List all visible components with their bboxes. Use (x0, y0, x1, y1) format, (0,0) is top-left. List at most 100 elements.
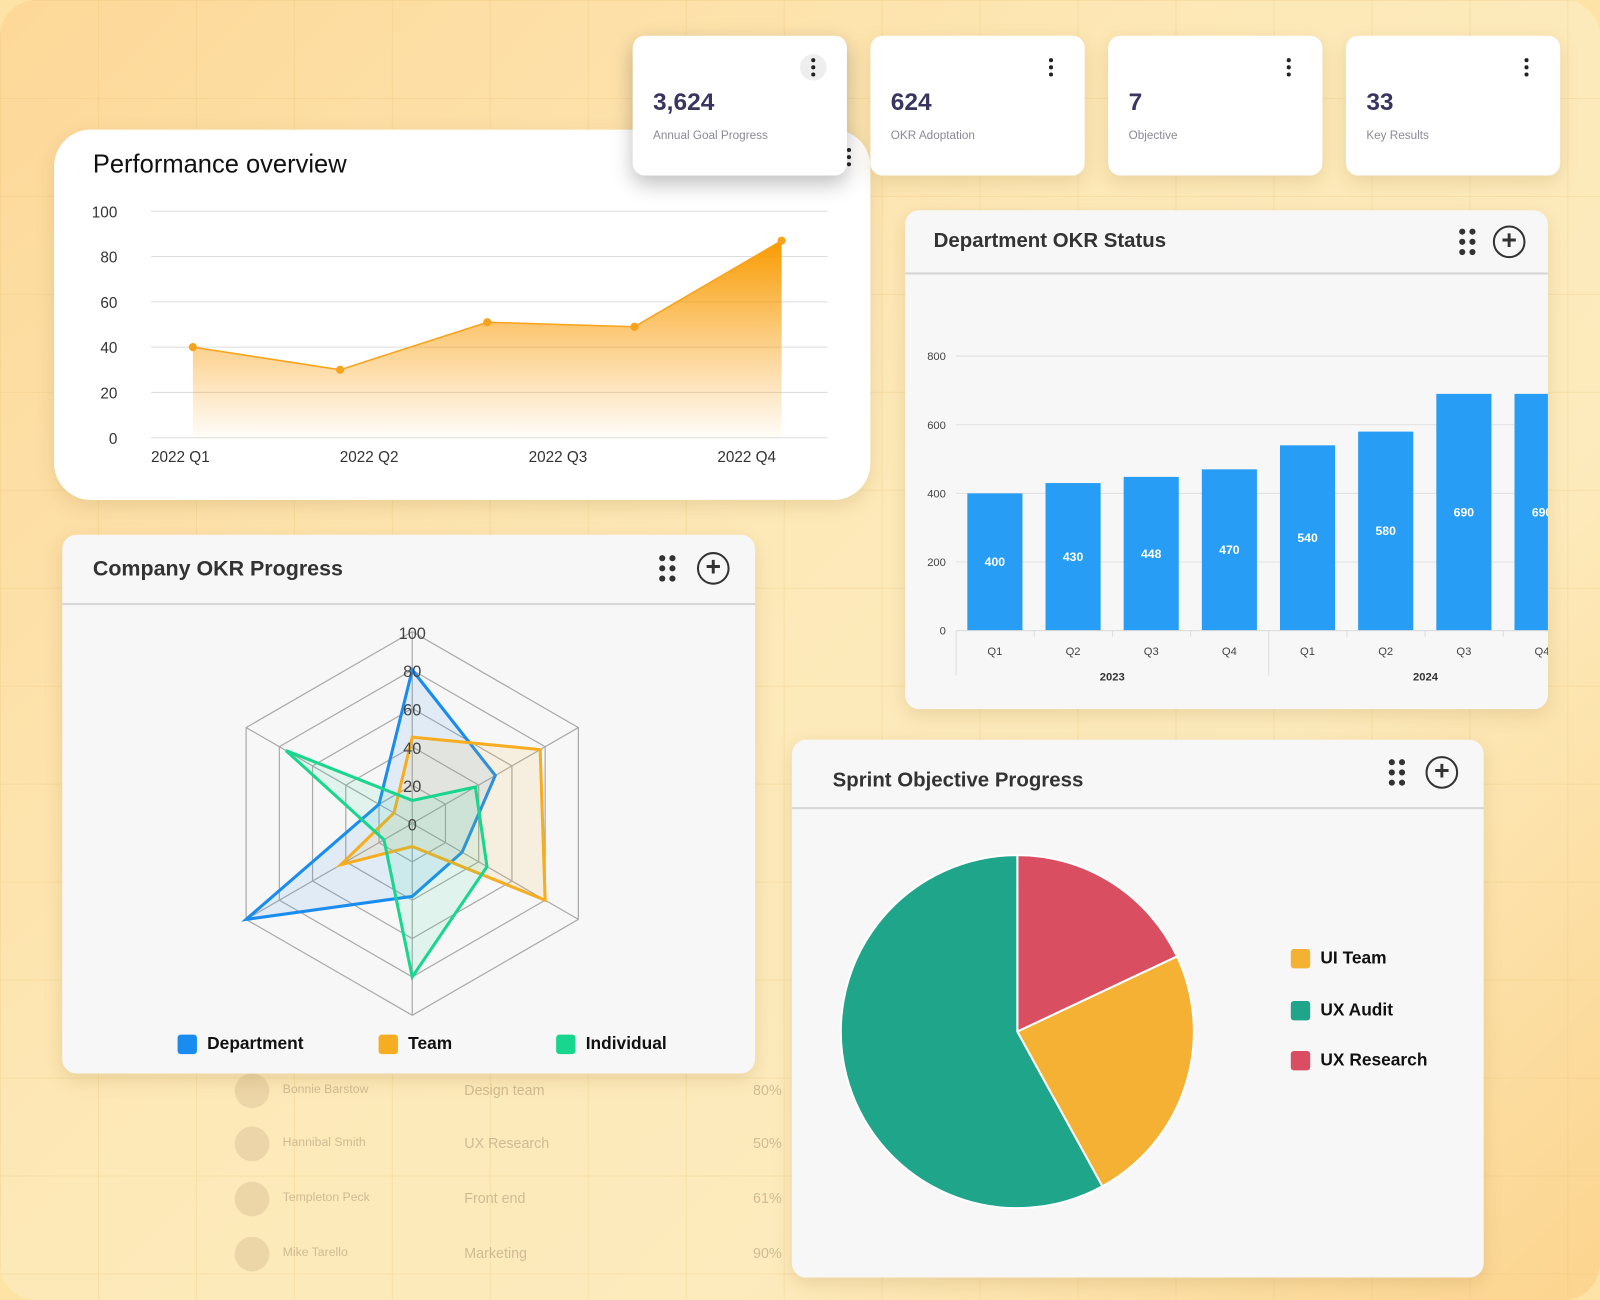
legend-team[interactable]: Team (378, 1033, 453, 1054)
legend-department[interactable]: Department (177, 1033, 304, 1054)
stat-value: 33 (1366, 88, 1394, 117)
stat-card-objective[interactable]: 7 Objective (1108, 35, 1323, 176)
x-tick-label: Q2 (1378, 646, 1393, 658)
department-bar-chart: 0 200 400 600 800 400 Q1 430 Q2 448 Q3 470 Q4 540 Q1 58… (927, 351, 1548, 684)
x-tick-label: Q1 (1300, 646, 1315, 658)
drag-handle-icon[interactable] (659, 555, 676, 582)
stat-card-annual-goal[interactable]: 3,624 Annual Goal Progress (632, 35, 847, 176)
stat-label: Objective (1128, 129, 1178, 142)
plus-circle-icon[interactable]: + (1425, 756, 1459, 789)
x-tick-label: Q4 (1535, 646, 1548, 658)
row-team: Marketing (464, 1244, 528, 1262)
row-name: Templeton Peck (282, 1189, 370, 1205)
plus-circle-icon[interactable]: + (696, 552, 730, 585)
radial-tick-label: 0 (408, 817, 417, 835)
avatar (234, 1236, 270, 1272)
y-tick-label: 0 (109, 431, 118, 448)
data-point (483, 318, 492, 327)
row-name: Bonnie Barstow (282, 1081, 369, 1096)
bar-value-label: 400 (985, 555, 1006, 569)
legend-label: UX Audit (1320, 999, 1393, 1020)
radial-tick-label: 40 (403, 740, 421, 758)
data-point (777, 236, 786, 245)
x-tick-label: Q4 (1222, 646, 1237, 658)
stat-label: Annual Goal Progress (653, 129, 768, 142)
performance-area-chart: 0 20 40 60 80 100 2022 Q1 2022 Q2 2022 Q3 2022 Q4 (92, 204, 828, 466)
y-tick-label: 100 (92, 204, 118, 221)
sprint-objective-card: Sprint Objective Progress + UI Team UX A… (791, 739, 1484, 1278)
row-percent: 61% (753, 1189, 782, 1207)
card-header: Company OKR Progress + (62, 535, 756, 606)
stat-value: 3,624 (653, 88, 715, 117)
x-tick-label: Q2 (1066, 646, 1081, 658)
x-tick-label: 2022 Q2 (340, 449, 399, 466)
bar-value-label: 430 (1063, 550, 1084, 564)
kebab-icon[interactable] (836, 144, 863, 171)
bar-value-label: 448 (1141, 547, 1162, 561)
radial-tick-label: 100 (399, 625, 426, 643)
sprint-pie-chart (839, 854, 1195, 1210)
area-fill (192, 240, 782, 438)
bar-value-label: 540 (1297, 531, 1318, 545)
data-point (188, 343, 197, 352)
legend-label: Team (408, 1033, 453, 1054)
y-tick-label: 800 (927, 351, 946, 363)
x-tick-label: Q3 (1144, 646, 1159, 658)
x-tick-label: 2022 Q4 (717, 449, 776, 466)
legend-label: Department (207, 1033, 304, 1054)
legend-ui-team[interactable]: UI Team (1290, 947, 1387, 968)
legend-label: Individual (585, 1033, 667, 1054)
x-tick-label: 2022 Q3 (529, 449, 588, 466)
avatar (234, 1181, 270, 1217)
bar-value-label: 470 (1219, 543, 1240, 557)
legend-individual[interactable]: Individual (556, 1034, 667, 1054)
y-tick-label: 600 (927, 420, 946, 432)
kebab-icon[interactable] (1276, 54, 1303, 81)
x-tick-label: 2022 Q1 (151, 449, 210, 466)
legend-swatch (177, 1034, 197, 1054)
row-percent: 50% (753, 1134, 782, 1152)
dashboard-canvas: Bonnie Barstow Design team 80% Hannibal Smi… (0, 0, 1600, 1300)
y-tick-label: 80 (100, 250, 117, 267)
stat-card-okr-adoption[interactable]: 624 OKR Adoptation (870, 35, 1085, 176)
legend-swatch (1290, 1050, 1311, 1070)
row-team: Design team (464, 1081, 545, 1098)
avatar (234, 1126, 270, 1162)
radial-tick-label: 60 (403, 702, 421, 720)
bar-value-label: 690 (1454, 505, 1475, 519)
drag-handle-icon[interactable] (1388, 759, 1406, 786)
kebab-icon[interactable] (1038, 54, 1065, 81)
x-group-label: 2024 (1413, 672, 1439, 684)
legend-label: UX Research (1320, 1049, 1428, 1070)
y-tick-label: 40 (100, 340, 117, 357)
legend-swatch (1290, 948, 1311, 968)
x-tick-label: Q3 (1456, 646, 1471, 658)
stat-value: 7 (1128, 88, 1143, 117)
stat-card-key-results[interactable]: 33 Key Results (1345, 35, 1561, 176)
legend-swatch (378, 1034, 398, 1054)
radial-tick-label: 20 (403, 778, 421, 796)
y-tick-label: 0 (940, 626, 946, 638)
row-team: UX Research (464, 1134, 550, 1152)
y-tick-label: 400 (927, 488, 946, 500)
card-title: Sprint Objective Progress (832, 769, 1084, 792)
row-percent: 90% (753, 1244, 782, 1262)
data-point (630, 322, 639, 331)
kebab-icon[interactable] (799, 54, 827, 81)
kebab-icon[interactable] (1513, 54, 1540, 81)
row-name: Mike Tarello (282, 1244, 348, 1260)
department-okr-card: Department OKR Status + 0 200 400 600 800 400… (905, 210, 1548, 710)
legend-label: UI Team (1320, 947, 1387, 968)
row-name: Hannibal Smith (282, 1134, 366, 1149)
y-tick-label: 20 (100, 386, 117, 403)
stat-value: 624 (890, 88, 932, 117)
stat-label: Key Results (1366, 129, 1429, 142)
legend-ux-audit[interactable]: UX Audit (1290, 999, 1393, 1020)
legend-ux-research[interactable]: UX Research (1290, 1049, 1428, 1070)
company-okr-card: Company OKR Progress + 0 20 40 60 80 100 Depa… (62, 534, 756, 1074)
y-tick-label: 60 (100, 295, 117, 312)
bar-value-label: 690 (1532, 505, 1548, 519)
data-point (335, 365, 345, 374)
stat-label: OKR Adoptation (890, 129, 975, 142)
company-radar-chart: 0 20 40 60 80 100 (241, 625, 579, 1017)
